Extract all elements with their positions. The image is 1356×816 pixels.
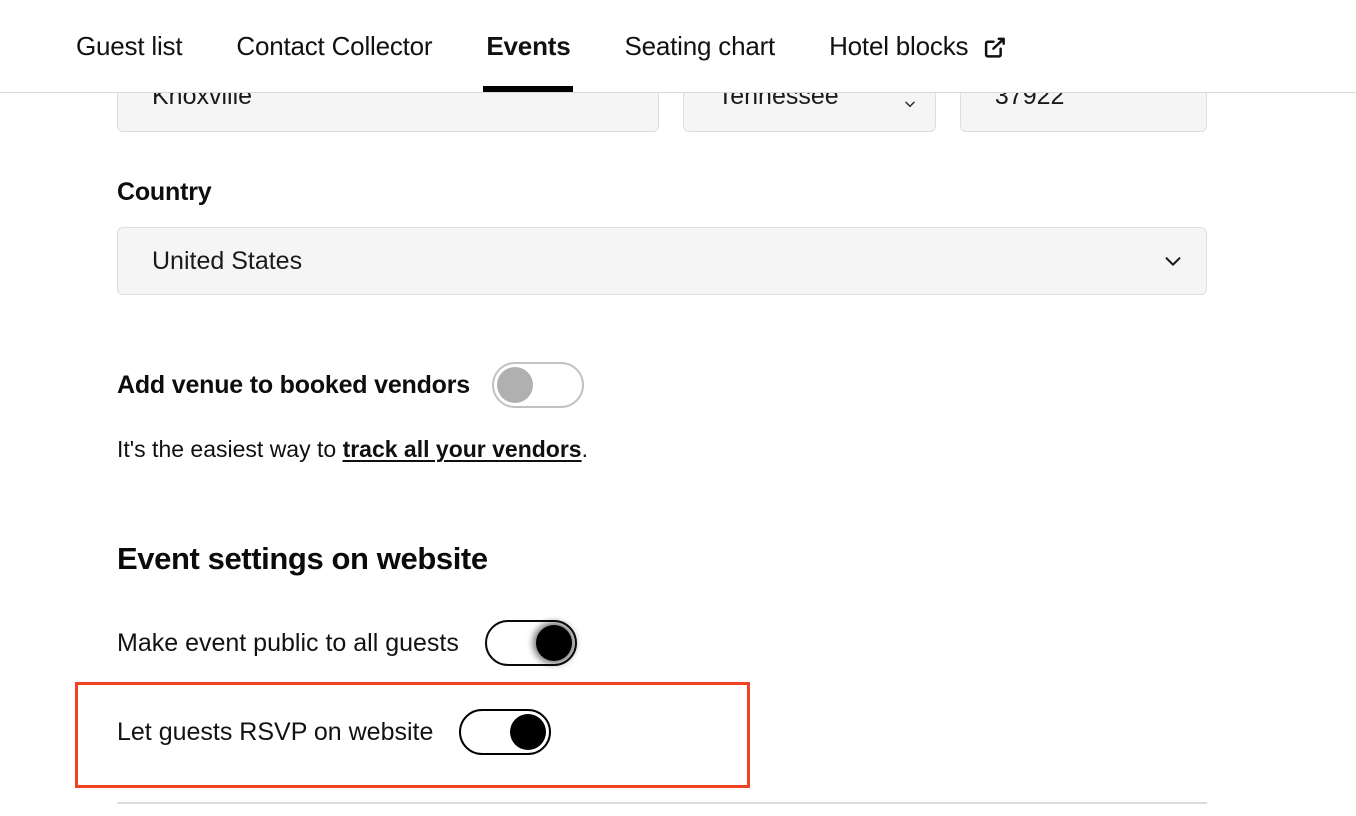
external-link-icon bbox=[982, 34, 1008, 60]
toggle-knob bbox=[496, 367, 533, 403]
make-public-label: Make event public to all guests bbox=[117, 628, 459, 657]
toggle-knob bbox=[510, 714, 547, 750]
make-public-row: Make event public to all guests bbox=[117, 620, 577, 666]
add-venue-label: Add venue to booked vendors bbox=[117, 370, 470, 399]
rsvp-toggle[interactable] bbox=[459, 709, 552, 755]
nav-tab-label: Hotel blocks bbox=[829, 30, 969, 61]
top-navigation-bar: Guest list Contact Collector Events Seat… bbox=[0, 0, 1356, 93]
country-value: United States bbox=[152, 246, 303, 275]
event-settings-title: Event settings on website bbox=[117, 541, 488, 576]
event-settings-page: Knoxville Tennessee 37922 Country United… bbox=[0, 0, 1356, 816]
make-public-toggle[interactable] bbox=[484, 620, 577, 666]
rsvp-row: Let guests RSVP on website bbox=[117, 709, 552, 755]
country-group: Country United States bbox=[117, 178, 1207, 295]
help-prefix: It's the easiest way to bbox=[117, 436, 343, 462]
nav-tab-label: Contact Collector bbox=[236, 30, 433, 61]
chevron-down-icon bbox=[1162, 250, 1184, 272]
nav-tab-seating-chart[interactable]: Seating chart bbox=[624, 0, 775, 92]
section-divider bbox=[117, 802, 1207, 804]
nav-tab-label: Seating chart bbox=[624, 30, 776, 61]
nav-tab-hotel-blocks[interactable]: Hotel blocks bbox=[829, 0, 1008, 92]
help-suffix: . bbox=[581, 436, 588, 462]
rsvp-label: Let guests RSVP on website bbox=[117, 717, 434, 746]
add-venue-row: Add venue to booked vendors bbox=[117, 362, 584, 408]
nav-tab-events[interactable]: Events bbox=[483, 0, 574, 92]
nav-tab-guest-list[interactable]: Guest list bbox=[76, 0, 183, 92]
form-content: Knoxville Tennessee 37922 Country United… bbox=[0, 0, 1356, 816]
nav-tab-label: Guest list bbox=[76, 30, 183, 61]
nav-tab-contact-collector[interactable]: Contact Collector bbox=[236, 0, 432, 92]
track-vendors-link[interactable]: track all your vendors bbox=[343, 436, 582, 462]
add-venue-help-text: It's the easiest way to track all your v… bbox=[117, 436, 588, 463]
toggle-knob bbox=[535, 625, 572, 661]
country-label: Country bbox=[117, 178, 212, 206]
nav-items-container: Guest list Contact Collector Events Seat… bbox=[0, 0, 1356, 92]
nav-tab-label: Events bbox=[486, 30, 571, 61]
country-select[interactable]: United States bbox=[117, 227, 1207, 295]
add-venue-toggle[interactable] bbox=[491, 362, 584, 408]
